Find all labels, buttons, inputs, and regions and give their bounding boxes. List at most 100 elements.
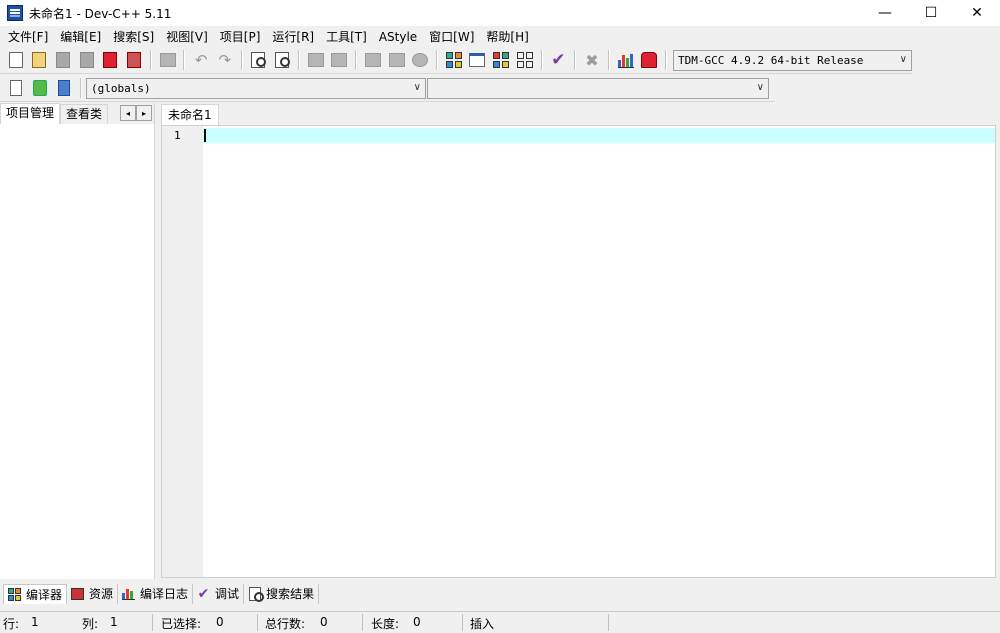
- close-file-icon: [103, 52, 118, 68]
- goto-line-button[interactable]: [29, 77, 51, 99]
- menu-astyle[interactable]: AStyle: [373, 28, 423, 47]
- code-editor[interactable]: 1: [161, 125, 996, 578]
- text-caret: [204, 129, 206, 142]
- goto-back-icon: [307, 53, 324, 67]
- compile-icon: [445, 52, 462, 68]
- open-file-button[interactable]: [29, 49, 51, 71]
- menu-project[interactable]: 项目[P]: [214, 28, 267, 47]
- compiler-select-value: TDM-GCC 4.9.2 64-bit Release: [678, 53, 864, 67]
- indent-icon: [364, 53, 381, 67]
- goto-back-button[interactable]: [305, 49, 327, 71]
- tab-class-browser[interactable]: 查看类: [60, 104, 109, 124]
- menu-edit[interactable]: 编辑[E]: [54, 28, 107, 47]
- chart-button[interactable]: [615, 49, 637, 71]
- toolbar-separator: [297, 50, 300, 70]
- tab-debug[interactable]: ✔ 调试: [193, 583, 245, 604]
- menu-search[interactable]: 搜索[S]: [107, 28, 160, 47]
- tab-search-results[interactable]: 搜索结果: [244, 583, 320, 604]
- menu-tools[interactable]: 工具[T]: [320, 28, 373, 47]
- bookmark-icon: [58, 80, 70, 96]
- status-lines-value: 0: [320, 615, 328, 629]
- new-file-button[interactable]: [5, 49, 27, 71]
- status-length-value: 0: [413, 615, 421, 629]
- save-all-icon: [79, 52, 94, 68]
- close-all-button[interactable]: [123, 49, 145, 71]
- resources-icon: [70, 587, 85, 601]
- stop-button[interactable]: ✖: [581, 49, 603, 71]
- open-file-icon: [32, 52, 47, 68]
- menu-view[interactable]: 视图[V]: [160, 28, 214, 47]
- run-icon: [469, 53, 486, 67]
- toolbar-separator: [665, 50, 667, 70]
- debug-check-icon: ✔: [197, 585, 210, 602]
- toolbar-separator: [355, 50, 358, 70]
- tab-compiler[interactable]: 编译器: [3, 583, 68, 604]
- save-all-button[interactable]: [76, 49, 98, 71]
- chevron-down-icon: ∨: [899, 53, 907, 65]
- menu-window[interactable]: 窗口[W]: [423, 28, 480, 47]
- menu-help[interactable]: 帮助[H]: [480, 28, 534, 47]
- tab-project-manager[interactable]: 项目管理: [0, 103, 61, 124]
- compiler-select[interactable]: TDM-GCC 4.9.2 64-bit Release ∨: [673, 49, 912, 71]
- bookmark-button[interactable]: [53, 77, 75, 99]
- run-button[interactable]: [467, 49, 489, 71]
- chart-icon: [617, 53, 634, 68]
- find-button[interactable]: [248, 49, 270, 71]
- tab-scroll-right-icon[interactable]: ▸: [136, 105, 152, 121]
- find-icon: [251, 52, 267, 68]
- tab-scroll-left-icon[interactable]: ◂: [120, 105, 136, 121]
- chevron-down-icon: ∨: [413, 81, 421, 93]
- goto-forward-icon: [331, 53, 348, 67]
- menu-file[interactable]: 文件[F]: [2, 28, 54, 47]
- function-select[interactable]: ∨: [427, 77, 769, 99]
- undo-button[interactable]: ↶: [190, 49, 212, 71]
- tab-untitled1[interactable]: 未命名1: [161, 104, 219, 125]
- replace-button[interactable]: [271, 49, 293, 71]
- status-lines-label: 总行数:: [265, 617, 306, 631]
- toolbar-separator: [80, 78, 82, 98]
- insert-button[interactable]: [5, 77, 27, 99]
- close-button[interactable]: ✕: [954, 0, 1000, 26]
- redo-button[interactable]: ↷: [214, 49, 236, 71]
- compile-button[interactable]: [443, 49, 465, 71]
- syntax-check-button[interactable]: ✔: [548, 49, 570, 71]
- current-line-highlight: [203, 128, 995, 143]
- undo-icon: ↶: [194, 51, 208, 69]
- devcpp-app-icon[interactable]: [7, 5, 23, 21]
- rebuild-icon: [516, 52, 533, 68]
- status-insert-mode: 插入: [470, 617, 495, 631]
- scope-select[interactable]: (globals) ∨: [86, 77, 426, 99]
- rebuild-button[interactable]: [514, 49, 536, 71]
- compile-log-icon: [121, 587, 136, 601]
- close-file-button[interactable]: [100, 49, 122, 71]
- compile-run-button[interactable]: [490, 49, 512, 71]
- status-col-label: 列:: [82, 617, 99, 631]
- unindent-button[interactable]: [386, 49, 408, 71]
- toolbar-separator: [183, 50, 186, 70]
- goto-forward-button[interactable]: [329, 49, 351, 71]
- status-selected-value: 0: [216, 615, 224, 629]
- status-col-value: 1: [110, 615, 118, 629]
- stop-icon: ✖: [585, 50, 599, 70]
- title-bar: 未命名1 - Dev-C++ 5.11 — ☐ ✕: [0, 0, 1000, 26]
- indent-button[interactable]: [362, 49, 384, 71]
- toggle-comment-icon: [412, 53, 429, 67]
- toolbar-separator: [149, 50, 152, 70]
- status-row-value: 1: [31, 615, 39, 629]
- status-row-label: 行:: [3, 617, 20, 631]
- save-button[interactable]: [52, 49, 74, 71]
- toggle-comment-button[interactable]: [409, 49, 431, 71]
- debug-button[interactable]: [638, 49, 660, 71]
- tab-compile-log[interactable]: 编译日志: [118, 583, 194, 604]
- menu-run[interactable]: 运行[R]: [266, 28, 320, 47]
- minimize-button[interactable]: —: [862, 0, 908, 26]
- check-icon: ✔: [551, 50, 566, 70]
- status-length-label: 长度:: [371, 617, 400, 631]
- print-button[interactable]: [157, 49, 179, 71]
- maximize-button[interactable]: ☐: [908, 0, 954, 26]
- search-results-icon: [247, 586, 264, 602]
- toolbar-separator: [607, 50, 610, 70]
- tab-resources[interactable]: 资源: [67, 583, 119, 604]
- status-separator: [152, 614, 153, 631]
- goto-line-icon: [33, 80, 47, 96]
